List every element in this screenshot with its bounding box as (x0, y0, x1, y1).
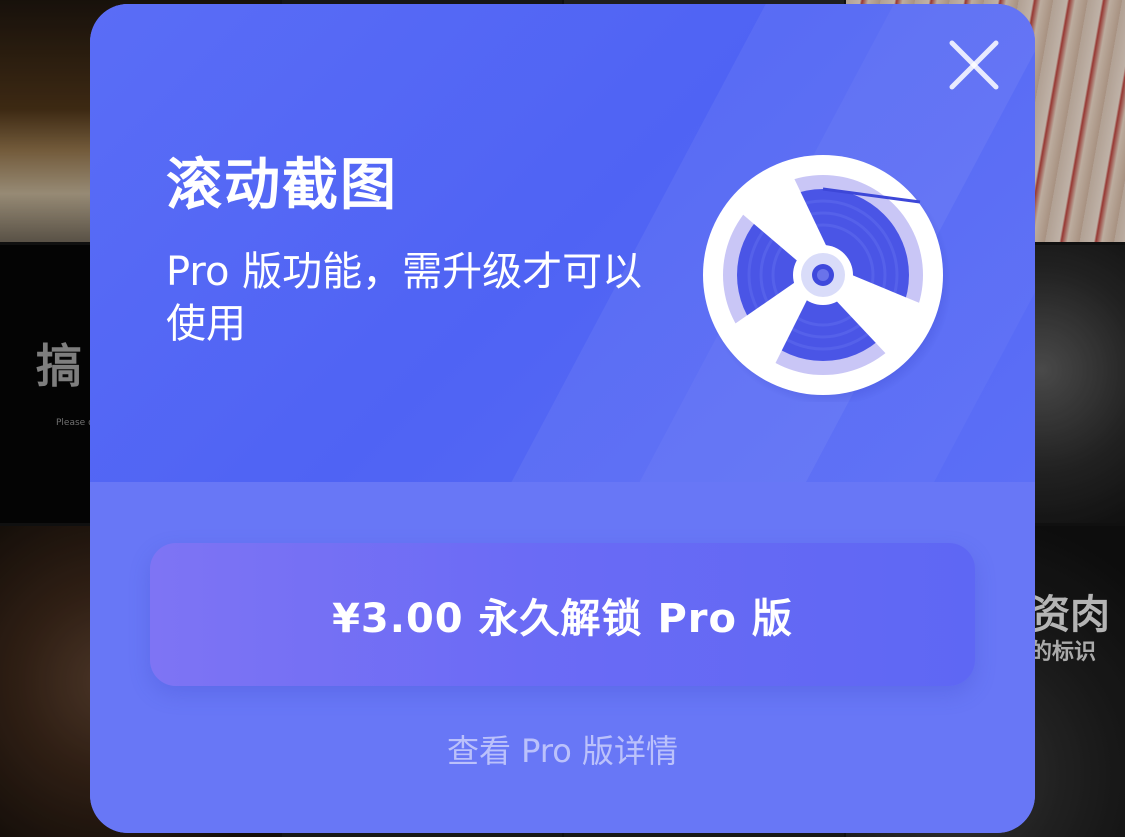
film-reel-icon (700, 152, 952, 406)
close-icon (949, 40, 999, 90)
unlock-pro-button-label: ¥3.00 永久解锁 Pro 版 (332, 595, 793, 642)
view-pro-details-link[interactable]: 查看 Pro 版详情 (90, 726, 1035, 772)
unlock-pro-button[interactable]: ¥3.00 永久解锁 Pro 版 (150, 543, 975, 686)
pro-upgrade-dialog: 滚动截图 Pro 版功能，需升级才可以使用 ¥3.00 永久解锁 Pro 版 查… (90, 4, 1035, 833)
dialog-title: 滚动截图 (166, 153, 398, 218)
screen: 搞 Please d 资肉 的标识 滚动截图 Pro 版功能，需升级才可以使用 (0, 0, 1125, 837)
dialog-subtitle: Pro 版功能，需升级才可以使用 (166, 249, 643, 347)
close-button[interactable] (946, 37, 1002, 93)
